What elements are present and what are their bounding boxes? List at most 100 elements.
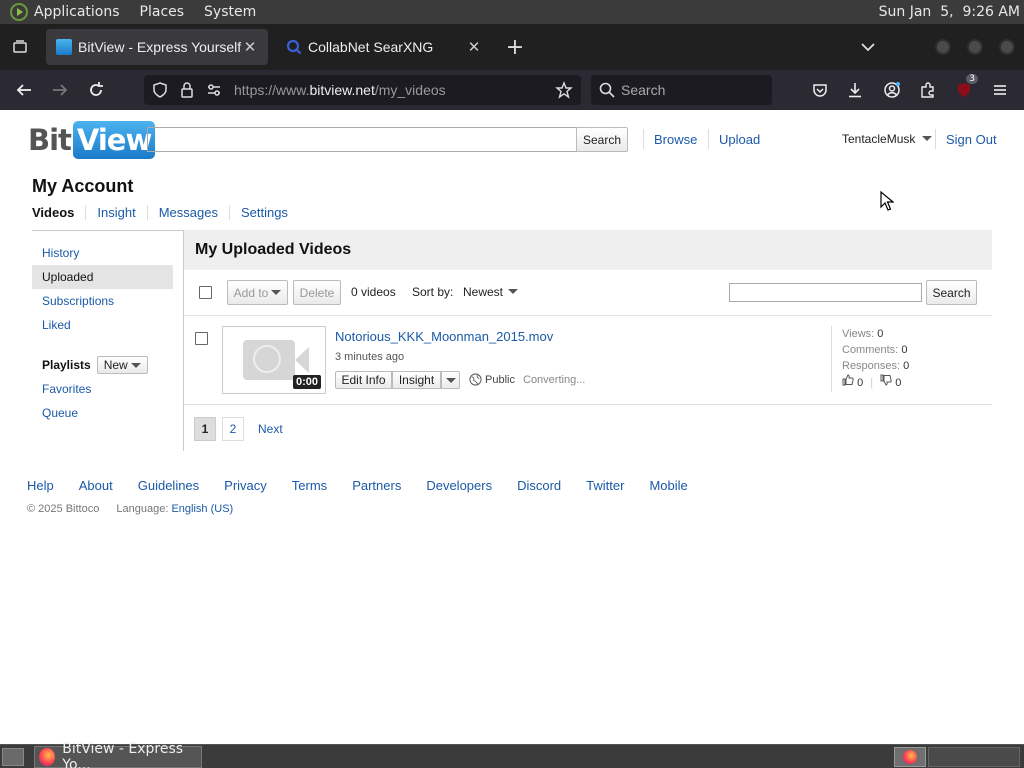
bookmark-star-icon[interactable] xyxy=(552,78,576,102)
taskbar-window-firefox[interactable]: BitView - Express Yo... xyxy=(34,741,202,768)
new-tab-icon[interactable]: + xyxy=(503,35,527,60)
panel-clock[interactable]: Sun Jan 5, 9:26 AM xyxy=(879,4,1020,20)
views-stat: Views: 0 xyxy=(842,328,884,340)
search-icon xyxy=(595,78,619,102)
reload-icon[interactable] xyxy=(84,78,108,102)
comments-stat: Comments: 0 xyxy=(842,344,908,356)
footer-developers[interactable]: Developers xyxy=(426,478,492,493)
minimize-window-button[interactable] xyxy=(935,39,951,55)
footer-terms[interactable]: Terms xyxy=(292,478,327,493)
footer-links: Help About Guidelines Privacy Terms Part… xyxy=(27,478,713,493)
maximize-window-button[interactable] xyxy=(967,39,983,55)
sidebar-item-queue[interactable]: Queue xyxy=(32,401,173,425)
tab-bitview[interactable]: BitView - Express Yourself. ✕ xyxy=(46,29,268,65)
list-all-tabs-icon[interactable] xyxy=(856,35,880,59)
edit-info-button[interactable]: Edit Info xyxy=(335,371,392,389)
top-panel: Applications Places System Sun Jan 5, 9:… xyxy=(0,0,1024,24)
browser-nav-bar: https://www.bitview.net/my_videos Search… xyxy=(0,70,1024,110)
sort-dropdown[interactable]: Newest xyxy=(463,285,519,299)
forward-icon[interactable] xyxy=(48,78,72,102)
places-menu[interactable]: Places xyxy=(140,4,185,20)
browse-link[interactable]: Browse xyxy=(654,132,697,147)
hamburger-menu-icon[interactable] xyxy=(988,78,1012,102)
delete-button[interactable]: Delete xyxy=(293,280,341,305)
close-window-button[interactable] xyxy=(999,39,1015,55)
extensions-icon[interactable] xyxy=(916,78,940,102)
video-title-link[interactable]: Notorious_KKK_Moonman_2015.mov xyxy=(335,329,553,344)
select-all-checkbox[interactable] xyxy=(199,286,212,299)
responses-stat: Responses: 0 xyxy=(842,360,910,372)
tab-videos[interactable]: Videos xyxy=(32,205,87,220)
video-checkbox[interactable] xyxy=(195,332,208,345)
footer-guidelines[interactable]: Guidelines xyxy=(138,478,199,493)
account-icon[interactable] xyxy=(880,78,904,102)
tab-messages[interactable]: Messages xyxy=(159,205,230,220)
bitview-logo[interactable]: Bit View xyxy=(28,120,156,160)
new-playlist-button[interactable]: New xyxy=(96,356,148,374)
video-row: 0:00 Notorious_KKK_Moonman_2015.mov 3 mi… xyxy=(184,316,992,405)
show-desktop-button[interactable] xyxy=(2,748,24,766)
close-tab-icon[interactable]: ✕ xyxy=(466,38,482,56)
footer-privacy[interactable]: Privacy xyxy=(224,478,267,493)
add-to-button[interactable]: Add to xyxy=(227,280,288,305)
language-link[interactable]: English (US) xyxy=(171,503,233,515)
site-search-input[interactable] xyxy=(147,127,577,152)
tab-overview-icon[interactable] xyxy=(8,35,32,59)
camera-lens-shape xyxy=(295,347,309,373)
language-label: Language: xyxy=(116,503,169,515)
tab-settings[interactable]: Settings xyxy=(241,205,299,220)
back-icon[interactable] xyxy=(12,78,36,102)
url-bar[interactable]: https://www.bitview.net/my_videos xyxy=(144,75,581,105)
account-tabs: Videos Insight Messages Settings xyxy=(32,205,310,220)
video-more-dropdown[interactable] xyxy=(441,371,460,389)
workspace-2[interactable] xyxy=(928,747,1020,767)
sign-out-link[interactable]: Sign Out xyxy=(946,132,997,147)
sidebar-item-subscriptions[interactable]: Subscriptions xyxy=(32,289,173,313)
site-search-button[interactable]: Search xyxy=(576,127,628,152)
tracking-protection-icon[interactable] xyxy=(148,78,172,102)
browser-search-input[interactable]: Search xyxy=(591,75,772,105)
system-menu[interactable]: System xyxy=(204,4,256,20)
pocket-icon[interactable] xyxy=(808,78,832,102)
pagination: 1 2 Next xyxy=(194,417,283,441)
next-page-link[interactable]: Next xyxy=(258,422,283,436)
ublock-origin-icon[interactable]: 3 xyxy=(952,74,978,102)
chevron-down-icon xyxy=(445,377,456,383)
footer-about[interactable]: About xyxy=(79,478,113,493)
permissions-icon[interactable] xyxy=(202,78,226,102)
sidebar-item-liked[interactable]: Liked xyxy=(32,313,173,337)
distro-logo-icon[interactable] xyxy=(10,3,28,21)
divider xyxy=(935,129,936,149)
page-1[interactable]: 1 xyxy=(194,417,216,441)
footer-help[interactable]: Help xyxy=(27,478,54,493)
mouse-cursor-icon xyxy=(880,191,894,211)
username: TentacleMusk xyxy=(842,132,916,146)
web-page: Bit View Search Browse Upload TentacleMus… xyxy=(0,110,1024,744)
sidebar-item-uploaded[interactable]: Uploaded xyxy=(32,265,173,289)
user-menu[interactable]: TentacleMusk xyxy=(842,132,932,146)
tab-insight[interactable]: Insight xyxy=(97,205,148,220)
insight-button[interactable]: Insight xyxy=(392,371,441,389)
lock-icon[interactable] xyxy=(175,78,199,102)
upload-link[interactable]: Upload xyxy=(719,132,760,147)
footer-mobile[interactable]: Mobile xyxy=(649,478,687,493)
footer-partners[interactable]: Partners xyxy=(352,478,401,493)
applications-menu[interactable]: Applications xyxy=(34,4,120,20)
sidebar-item-history[interactable]: History xyxy=(32,241,173,265)
browser-tab-bar: BitView - Express Yourself. ✕ CollabNet … xyxy=(0,24,1024,70)
close-tab-icon[interactable]: ✕ xyxy=(242,38,258,56)
downloads-icon[interactable] xyxy=(843,78,867,102)
chevron-down-icon xyxy=(271,290,282,295)
workspace-1[interactable] xyxy=(894,747,926,767)
page-2[interactable]: 2 xyxy=(222,417,244,441)
video-thumbnail[interactable]: 0:00 xyxy=(222,326,326,394)
sidebar-item-favorites[interactable]: Favorites xyxy=(32,377,173,401)
uploaded-videos-panel: My Uploaded Videos Add to Delete 0 video… xyxy=(183,230,992,451)
footer-twitter[interactable]: Twitter xyxy=(586,478,624,493)
video-search-button[interactable]: Search xyxy=(926,280,977,305)
video-search-input[interactable] xyxy=(729,283,922,302)
footer-discord[interactable]: Discord xyxy=(517,478,561,493)
processing-status: Converting... xyxy=(523,374,586,386)
playlists-header: Playlists New xyxy=(32,353,183,377)
tab-searxng[interactable]: CollabNet SearXNG ✕ xyxy=(276,29,492,65)
